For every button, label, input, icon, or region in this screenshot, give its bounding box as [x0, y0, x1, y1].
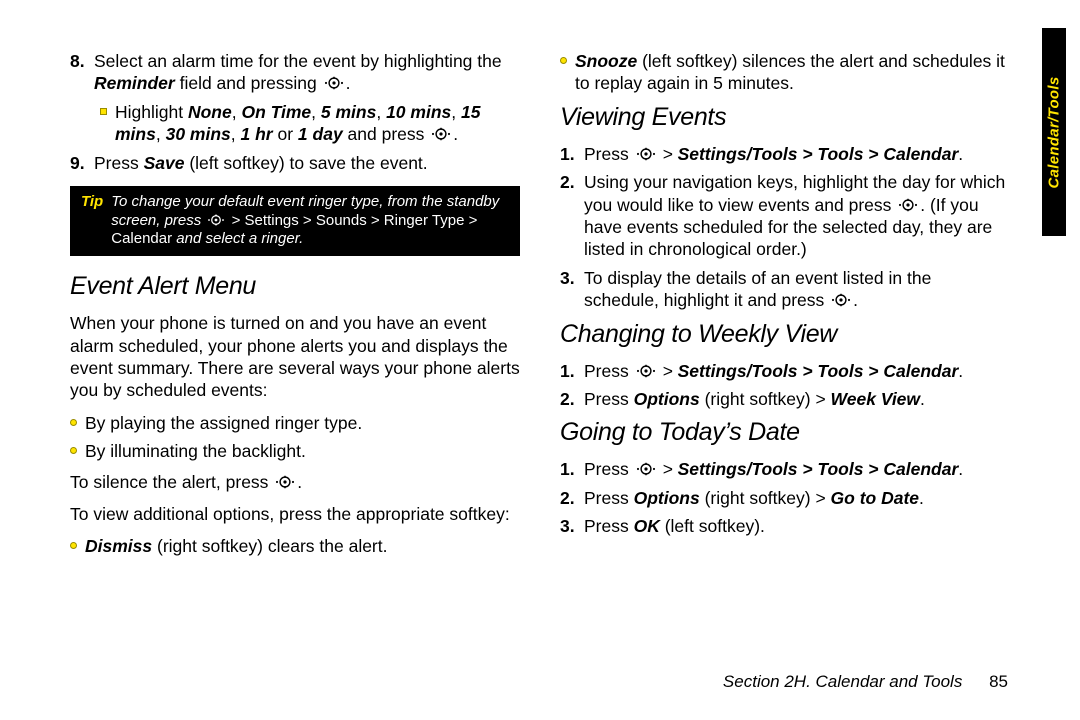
nav-key-icon [322, 75, 346, 91]
sub-bullet-text: Highlight None, On Time, 5 mins, 10 mins… [115, 101, 520, 146]
bullet-item: By illuminating the backlight. [70, 440, 520, 462]
paragraph: To view additional options, press the ap… [70, 503, 520, 525]
step-1: 1. Press > Settings/Tools > Tools > Cale… [560, 360, 1010, 382]
nav-key-icon [634, 461, 658, 477]
step-number: 8. [70, 50, 88, 72]
step-3: 3. Press OK (left softkey). [560, 515, 1010, 537]
step-2: 2. Press Options (right softkey) > Week … [560, 388, 1010, 410]
left-column: 8. Select an alarm time for the event by… [70, 50, 520, 650]
bullet-item: Snooze (left softkey) silences the alert… [560, 50, 1010, 95]
step-text: Select an alarm time for the event by hi… [94, 50, 520, 95]
nav-key-icon [429, 126, 453, 142]
tip-label: Tip [71, 187, 111, 255]
step-2: 2. Using your navigation keys, highlight… [560, 171, 1010, 261]
nav-key-icon [896, 197, 920, 213]
step-text: Press Save (left softkey) to save the ev… [94, 152, 428, 174]
round-bullet-icon [70, 447, 77, 454]
step-1: 1. Press > Settings/Tools > Tools > Cale… [560, 143, 1010, 165]
round-bullet-icon [70, 419, 77, 426]
nav-key-icon [634, 363, 658, 379]
step-2: 2. Press Options (right softkey) > Go to… [560, 487, 1010, 509]
nav-key-icon [273, 474, 297, 490]
nav-key-icon [634, 146, 658, 162]
two-column-layout: 8. Select an alarm time for the event by… [70, 50, 1010, 650]
manual-page: Calendar/Tools 8. Select an alarm time f… [0, 0, 1080, 720]
tip-box: Tip To change your default event ringer … [70, 186, 520, 256]
step-number: 9. [70, 152, 88, 174]
round-bullet-icon [70, 542, 77, 549]
step-8: 8. Select an alarm time for the event by… [70, 50, 520, 95]
heading-viewing-events: Viewing Events [560, 101, 1010, 133]
step-3: 3. To display the details of an event li… [560, 267, 1010, 312]
bullet-item: Dismiss (right softkey) clears the alert… [70, 535, 520, 557]
heading-weekly-view: Changing to Weekly View [560, 318, 1010, 350]
step-9: 9. Press Save (left softkey) to save the… [70, 152, 520, 174]
square-bullet-icon [100, 108, 107, 115]
page-number: 85 [989, 672, 1008, 691]
heading-event-alert-menu: Event Alert Menu [70, 270, 520, 302]
paragraph: To silence the alert, press . [70, 471, 520, 493]
nav-key-icon [205, 213, 227, 227]
paragraph: When your phone is turned on and you hav… [70, 312, 520, 402]
section-tab: Calendar/Tools [1042, 28, 1066, 236]
section-tab-label: Calendar/Tools [1046, 76, 1063, 188]
step-1: 1. Press > Settings/Tools > Tools > Cale… [560, 458, 1010, 480]
page-footer: Section 2H. Calendar and Tools 85 [723, 672, 1008, 692]
heading-todays-date: Going to Today’s Date [560, 416, 1010, 448]
right-column: Snooze (left softkey) silences the alert… [560, 50, 1010, 650]
tip-body: To change your default event ringer type… [111, 187, 519, 255]
footer-section: Section 2H. Calendar and Tools [723, 672, 962, 691]
round-bullet-icon [560, 57, 567, 64]
nav-key-icon [829, 292, 853, 308]
sub-bullet: Highlight None, On Time, 5 mins, 10 mins… [70, 101, 520, 146]
bullet-item: By playing the assigned ringer type. [70, 412, 520, 434]
